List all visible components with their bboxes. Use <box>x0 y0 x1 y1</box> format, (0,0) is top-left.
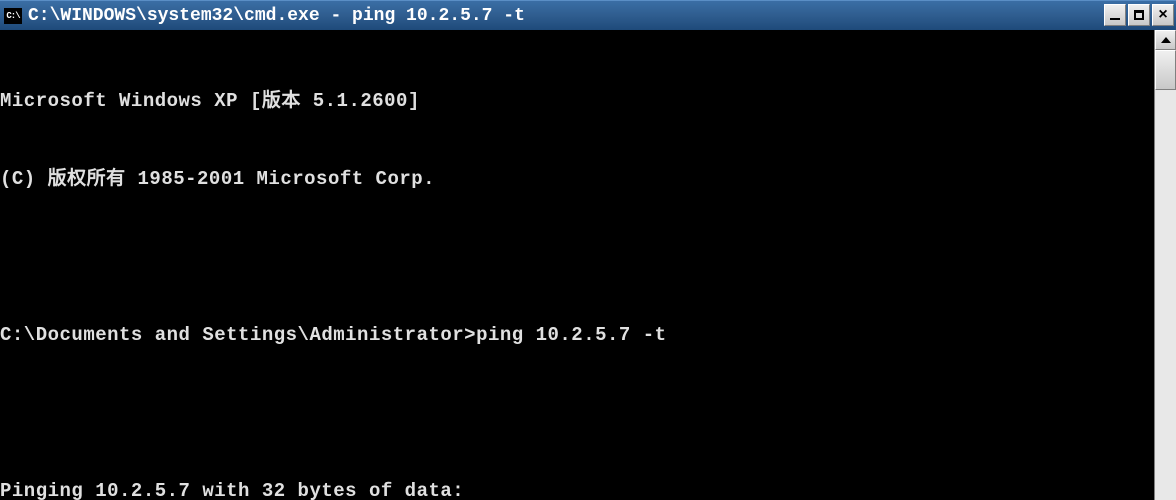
window-titlebar[interactable]: C:\ C:\WINDOWS\system32\cmd.exe - ping 1… <box>0 0 1176 30</box>
scroll-track[interactable] <box>1155 50 1176 500</box>
terminal-line <box>0 244 1154 270</box>
client-area: Microsoft Windows XP [版本 5.1.2600] (C) 版… <box>0 30 1176 500</box>
window-title: C:\WINDOWS\system32\cmd.exe - ping 10.2.… <box>28 6 525 26</box>
terminal-line <box>0 400 1154 426</box>
terminal-line: C:\Documents and Settings\Administrator>… <box>0 322 1154 348</box>
scroll-thumb[interactable] <box>1155 50 1176 90</box>
maximize-button[interactable] <box>1128 4 1150 26</box>
close-button[interactable]: × <box>1152 4 1174 26</box>
scroll-up-button[interactable] <box>1155 30 1176 50</box>
window-controls: × <box>1104 4 1174 26</box>
terminal-line: (C) 版权所有 1985-2001 Microsoft Corp. <box>0 166 1154 192</box>
minimize-button[interactable] <box>1104 4 1126 26</box>
app-icon: C:\ <box>4 8 22 24</box>
vertical-scrollbar[interactable] <box>1154 30 1176 500</box>
terminal-output[interactable]: Microsoft Windows XP [版本 5.1.2600] (C) 版… <box>0 30 1154 500</box>
terminal-line: Pinging 10.2.5.7 with 32 bytes of data: <box>0 478 1154 500</box>
terminal-line: Microsoft Windows XP [版本 5.1.2600] <box>0 88 1154 114</box>
